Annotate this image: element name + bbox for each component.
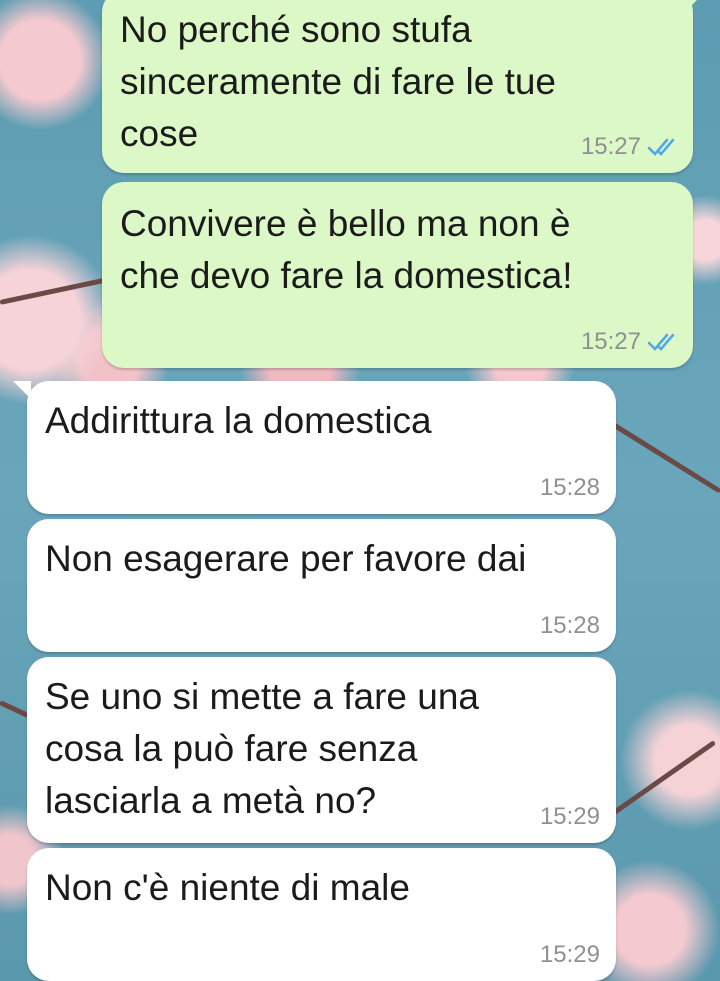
message-bubble-incoming[interactable]: Addirittura la domestica 15:28: [13, 381, 616, 514]
message-meta: 15:29: [540, 941, 600, 969]
message-text: Non esagerare per favore dai: [45, 538, 527, 579]
message-time: 15:28: [539, 612, 600, 639]
message-text: Convivere è bello ma non è che devo fare…: [120, 203, 573, 296]
message-time: 15:29: [539, 803, 600, 830]
bubble-tail: [689, 0, 707, 8]
message-time: 15:29: [539, 941, 600, 968]
message-bubble-outgoing[interactable]: Convivere è bello ma non è che devo fare…: [102, 182, 693, 368]
message-bubble-incoming[interactable]: Non c'è niente di male 15:29: [27, 848, 616, 981]
double-check-read-icon: [647, 333, 675, 351]
message-bubble-incoming[interactable]: Non esagerare per favore dai 15:28: [27, 519, 616, 652]
message-text: Addirittura la domestica: [45, 400, 432, 441]
message-time: 15:27: [580, 328, 641, 355]
message-meta: 15:28: [540, 612, 600, 640]
message-text: Se uno si mette a fare una cosa la può f…: [45, 676, 479, 821]
message-meta: 15:27: [581, 133, 677, 161]
double-check-read-icon: [647, 138, 675, 156]
message-meta: 15:27: [581, 328, 677, 356]
message-time: 15:27: [580, 133, 641, 160]
message-bubble-incoming[interactable]: Se uno si mette a fare una cosa la può f…: [27, 657, 616, 843]
message-time: 15:28: [539, 474, 600, 501]
bubble-tail: [13, 381, 31, 399]
message-meta: 15:28: [540, 474, 600, 502]
message-text: Non c'è niente di male: [45, 867, 410, 908]
message-bubble-outgoing[interactable]: No perché sono stufa sinceramente di far…: [102, 0, 707, 173]
message-meta: 15:29: [540, 803, 600, 831]
